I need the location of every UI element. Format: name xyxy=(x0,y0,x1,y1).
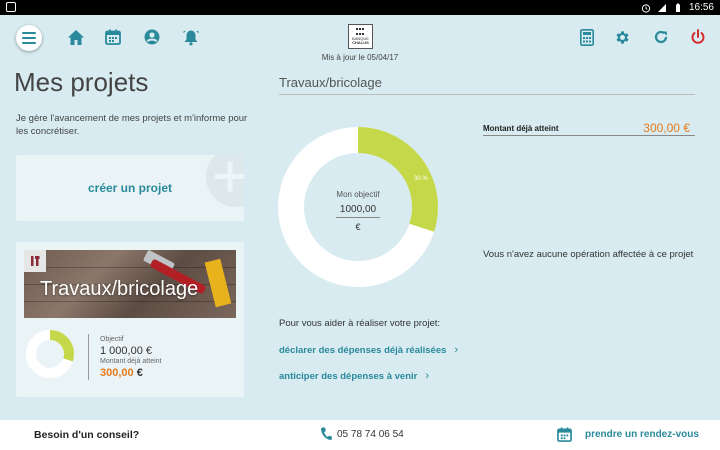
amount-reached-value: 300,00 € xyxy=(643,121,690,135)
calculator-icon xyxy=(580,28,594,46)
status-bar: 16:56 xyxy=(0,0,720,15)
refresh-button[interactable] xyxy=(651,27,671,47)
objective-amount: 1000,00 xyxy=(335,204,381,218)
wrench-icon xyxy=(31,256,40,266)
menu-icon xyxy=(22,32,36,44)
objective-label: Objectif xyxy=(100,336,124,343)
help-text: Pour vous aider à réaliser votre projet: xyxy=(279,318,441,329)
objective-currency: € xyxy=(355,222,361,232)
alarm-icon xyxy=(641,3,651,13)
gear-icon xyxy=(615,30,629,44)
signal-icon xyxy=(657,3,666,12)
declare-expenses-label: déclarer des dépenses déjà réalisées xyxy=(279,344,447,356)
phone-number-link[interactable]: 05 78 74 06 54 xyxy=(337,429,404,440)
home-icon xyxy=(68,29,84,45)
top-navigation: BANQUE CHALUS Mis à jour le 05/04/17 xyxy=(0,15,720,65)
battery-icon xyxy=(675,3,680,12)
create-project-label: créer un projet xyxy=(87,181,173,195)
calendar-button[interactable] xyxy=(103,27,123,47)
clock: 16:56 xyxy=(688,2,714,13)
logo-mark xyxy=(355,28,366,36)
refresh-icon xyxy=(654,30,668,44)
project-banner-title: Travaux/bricolage xyxy=(40,278,199,300)
reached-amount: 300,00 xyxy=(100,367,134,379)
project-card[interactable]: Travaux/bricolage Objectif 1 000,00 € Mo… xyxy=(16,242,244,397)
no-operation-message: Vous n'avez aucune opération affectée à … xyxy=(483,249,694,260)
footer-bar: Besoin d'un conseil? 05 78 74 06 54 pren… xyxy=(0,420,720,450)
amount-reached-label: Montant déjà atteint xyxy=(483,124,559,133)
logout-button[interactable] xyxy=(688,27,708,47)
reached-label: Montant déjà atteint xyxy=(100,358,162,365)
create-project-card[interactable]: créer un projet xyxy=(16,155,244,221)
objective-label: Mon objectif xyxy=(336,190,380,199)
status-icons: 16:56 xyxy=(641,1,714,14)
notification-app-icon xyxy=(6,2,16,12)
project-section-title: Travaux/bricolage xyxy=(279,75,382,90)
notifications-button[interactable] xyxy=(181,27,201,47)
progress-percent-label: 30 % xyxy=(414,176,428,182)
intro-text: Je gère l'avancement de mes projets et m… xyxy=(16,113,248,137)
menu-button[interactable] xyxy=(16,25,42,51)
power-icon xyxy=(691,29,705,44)
project-banner-image: Travaux/bricolage xyxy=(24,250,236,318)
profile-button[interactable] xyxy=(142,27,162,47)
anticipate-expenses-link[interactable]: anticiper des dépenses à venir › xyxy=(279,370,429,382)
reached-value: 300,00 € xyxy=(100,367,143,379)
declare-expenses-link[interactable]: déclarer des dépenses déjà réalisées › xyxy=(279,344,458,356)
section-divider xyxy=(279,94,695,95)
chevron-right-icon: › xyxy=(425,370,430,382)
divider xyxy=(88,334,89,380)
settings-button[interactable] xyxy=(612,27,632,47)
appointment-link[interactable]: prendre un rendez-vous xyxy=(585,429,699,440)
advice-label: Besoin d'un conseil? xyxy=(34,429,140,441)
last-updated-text: Mis à jour le 05/04/17 xyxy=(321,53,399,62)
chevron-right-icon: › xyxy=(454,344,459,356)
calendar-icon xyxy=(557,427,572,442)
donut-center: Mon objectif 1000,00 € xyxy=(318,190,398,232)
objective-value: 1 000,00 € xyxy=(100,345,152,357)
bank-logo: BANQUE CHALUS xyxy=(348,24,373,49)
user-icon xyxy=(144,29,160,45)
anticipate-expenses-label: anticiper des dépenses à venir xyxy=(279,370,418,382)
home-button[interactable] xyxy=(66,27,86,47)
phone-icon xyxy=(321,427,332,440)
calendar-icon xyxy=(105,29,121,45)
calculator-button[interactable] xyxy=(577,27,597,47)
amount-reached-underline xyxy=(483,135,695,136)
project-progress-donut xyxy=(26,330,74,378)
tools-icon xyxy=(24,250,46,272)
reached-currency: € xyxy=(136,367,143,379)
page-title: Mes projets xyxy=(14,67,149,97)
logo-text-line2: CHALUS xyxy=(352,40,369,45)
bell-icon xyxy=(183,30,199,45)
